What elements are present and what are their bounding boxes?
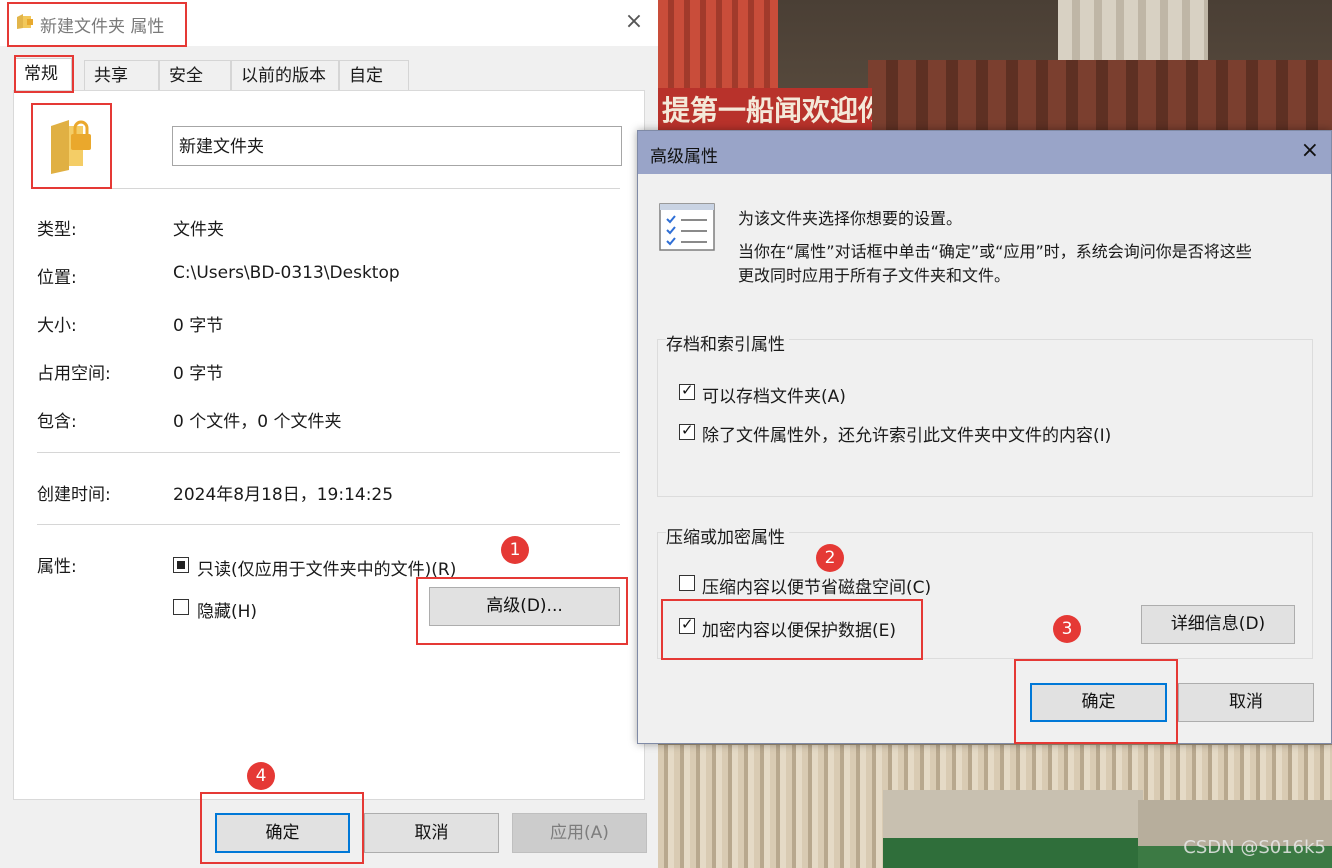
archive-index-group bbox=[657, 339, 1313, 497]
location-value: C:\Users\BD-0313\Desktop bbox=[173, 263, 400, 283]
size-on-disk-label: 占用空间: bbox=[37, 364, 111, 384]
compress-label: 压缩内容以便节省磁盘空间(C) bbox=[702, 578, 932, 598]
tab-customize[interactable]: 自定义 bbox=[339, 60, 409, 116]
close-icon[interactable]: × bbox=[1301, 138, 1319, 163]
ok-button[interactable]: 确定 bbox=[215, 813, 350, 853]
contains-value: 0 个文件，0 个文件夹 bbox=[173, 412, 342, 432]
archive-index-group-label: 存档和索引属性 bbox=[666, 330, 789, 355]
background-banner: 提第一船闻欢迎你 bbox=[658, 88, 872, 134]
encrypt-checkbox[interactable] bbox=[679, 615, 695, 634]
cancel-button[interactable]: 取消 bbox=[364, 813, 499, 853]
readonly-label: 只读(仅应用于文件夹中的文件)(R) bbox=[197, 560, 457, 580]
index-label: 除了文件属性外，还允许索引此文件夹中文件的内容(I) bbox=[702, 426, 1112, 446]
properties-window: 新建文件夹 属性 × 常规 共享 安全 以前的版本 自定义 新建文件夹 类型: … bbox=[0, 0, 658, 868]
details-button[interactable]: 详细信息(D) bbox=[1141, 605, 1295, 644]
background-wall bbox=[868, 60, 1332, 130]
contains-label: 包含: bbox=[37, 412, 77, 432]
settings-list-icon bbox=[659, 203, 715, 251]
intro-line-1: 为该文件夹选择你想要的设置。 bbox=[738, 209, 963, 228]
type-value: 文件夹 bbox=[173, 220, 224, 240]
index-checkbox[interactable] bbox=[679, 421, 695, 440]
created-label: 创建时间: bbox=[37, 485, 111, 505]
window-title: 新建文件夹 属性 bbox=[40, 17, 165, 37]
divider bbox=[37, 188, 620, 189]
tab-security[interactable]: 安全 bbox=[159, 60, 231, 90]
folder-lock-icon bbox=[17, 14, 33, 29]
encrypt-label: 加密内容以便保护数据(E) bbox=[702, 621, 897, 641]
watermark: CSDN @S016k5 bbox=[1183, 837, 1326, 858]
size-value: 0 字节 bbox=[173, 316, 224, 336]
location-label: 位置: bbox=[37, 268, 77, 288]
readonly-checkbox[interactable] bbox=[173, 557, 189, 573]
divider bbox=[37, 452, 620, 453]
properties-titlebar[interactable]: 新建文件夹 属性 × bbox=[0, 0, 658, 46]
size-on-disk-value: 0 字节 bbox=[173, 364, 224, 384]
size-label: 大小: bbox=[37, 316, 77, 336]
dialog-title: 高级属性 bbox=[650, 147, 718, 167]
dialog-cancel-button[interactable]: 取消 bbox=[1178, 683, 1314, 722]
tab-previous-versions[interactable]: 以前的版本 bbox=[231, 60, 339, 90]
dialog-ok-button[interactable]: 确定 bbox=[1030, 683, 1167, 722]
intro-line-2: 当你在“属性”对话框中单击“确定”或“应用”时，系统会询问你是否将这些 bbox=[738, 242, 1252, 261]
step-marker-1: 1 bbox=[501, 536, 529, 564]
tab-general[interactable]: 常规 bbox=[14, 58, 72, 90]
hidden-checkbox[interactable] bbox=[173, 599, 189, 615]
advanced-titlebar[interactable]: 高级属性 × bbox=[638, 131, 1331, 174]
type-label: 类型: bbox=[37, 220, 77, 240]
background-stage bbox=[883, 790, 1143, 868]
hidden-label: 隐藏(H) bbox=[197, 602, 258, 622]
created-value: 2024年8月18日，19:14:25 bbox=[173, 485, 394, 505]
close-icon[interactable]: × bbox=[620, 8, 648, 36]
step-marker-4: 4 bbox=[247, 762, 275, 790]
archive-checkbox[interactable] bbox=[679, 381, 695, 400]
advanced-attributes-dialog: 高级属性 × 为该文件夹选择你想要的设置。 当你在“属性”对话框中单击“确定”或… bbox=[637, 130, 1332, 744]
general-panel bbox=[13, 90, 645, 800]
compress-encrypt-group-label: 压缩或加密属性 bbox=[666, 523, 789, 548]
intro-line-3: 更改同时应用于所有子文件夹和文件。 bbox=[738, 266, 1011, 285]
folder-lock-icon bbox=[51, 120, 91, 174]
step-marker-2: 2 bbox=[816, 544, 844, 572]
apply-button[interactable]: 应用(A) bbox=[512, 813, 647, 853]
tab-sharing[interactable]: 共享 bbox=[84, 60, 159, 90]
folder-name-input[interactable]: 新建文件夹 bbox=[172, 126, 622, 166]
attributes-label: 属性: bbox=[37, 557, 77, 577]
archive-label: 可以存档文件夹(A) bbox=[702, 387, 846, 407]
step-marker-3: 3 bbox=[1053, 615, 1081, 643]
compress-checkbox[interactable] bbox=[679, 575, 695, 591]
advanced-button[interactable]: 高级(D)... bbox=[429, 587, 620, 626]
divider bbox=[37, 524, 620, 525]
